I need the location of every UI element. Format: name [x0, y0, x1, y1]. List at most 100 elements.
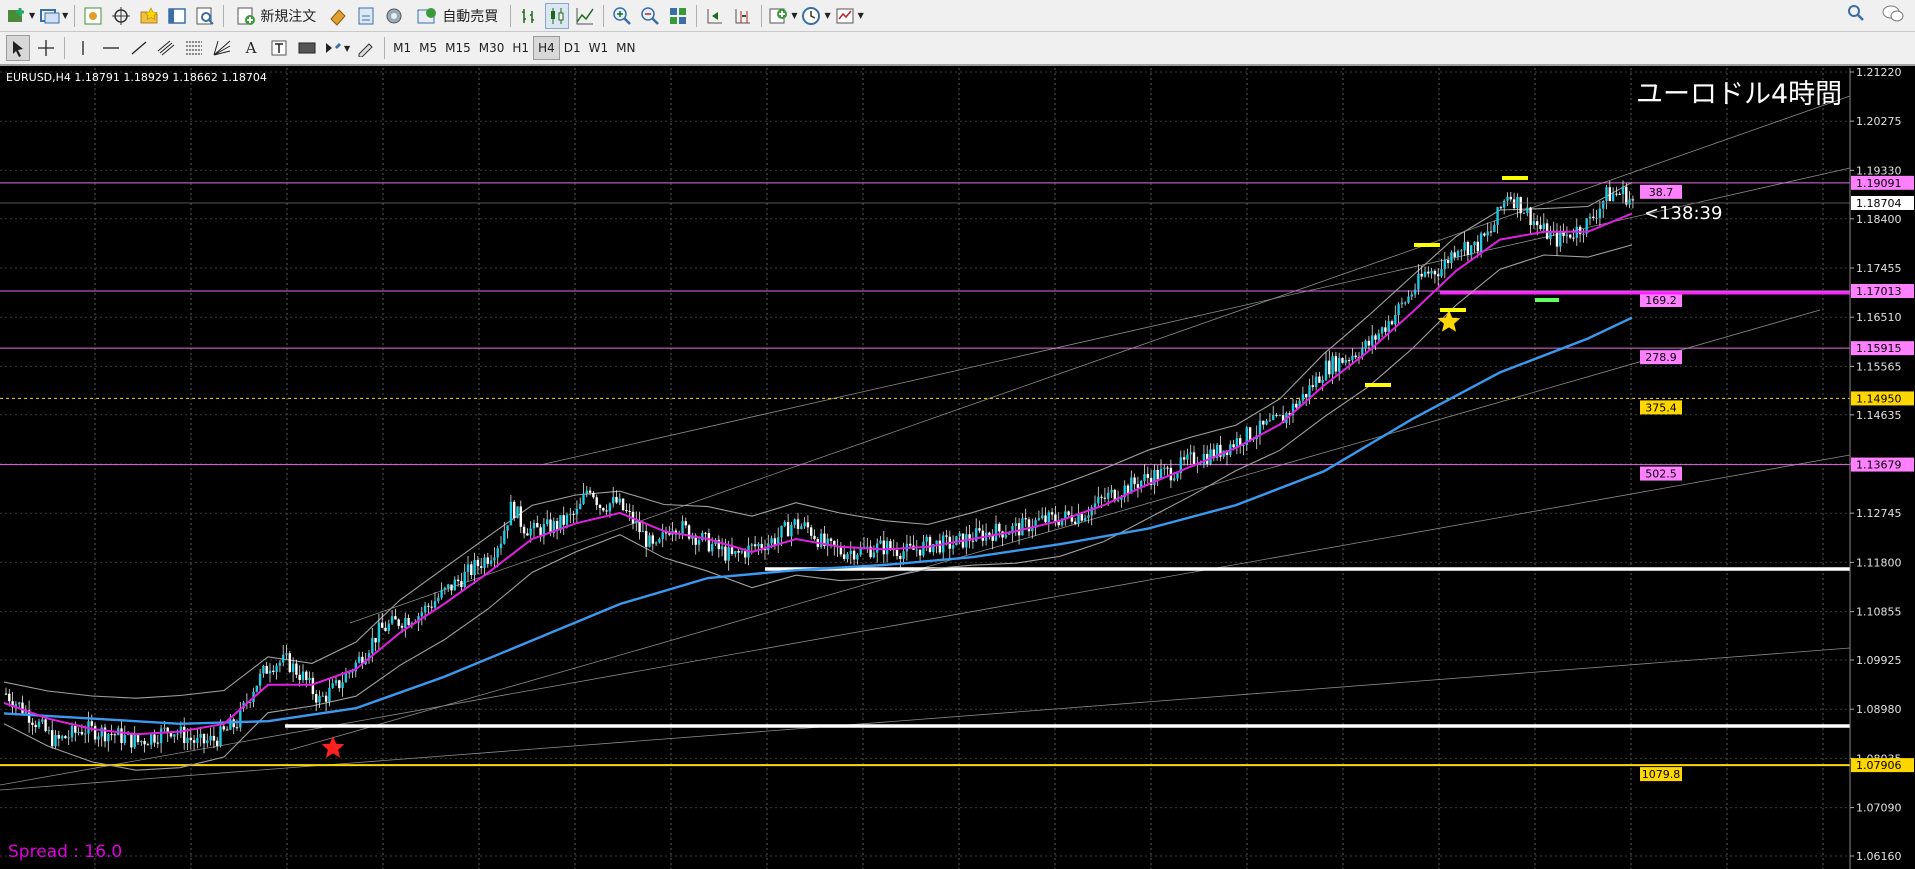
candle-body — [1390, 321, 1394, 325]
candle-body — [1354, 355, 1357, 358]
strategy-tester-button[interactable] — [193, 3, 217, 29]
market-watch-button[interactable] — [81, 3, 105, 29]
tile-windows-button[interactable] — [666, 3, 690, 29]
navigator-button[interactable] — [137, 3, 161, 29]
candle-body — [1189, 452, 1192, 455]
autotrading-button[interactable]: 自動売買 — [410, 3, 504, 29]
line-chart-button[interactable] — [573, 3, 597, 29]
candle-body — [638, 520, 641, 532]
bar-chart-icon — [522, 8, 535, 23]
toolbar-separator — [384, 37, 386, 59]
cursor-tool-button[interactable] — [6, 35, 30, 61]
trendline-button[interactable] — [127, 35, 151, 61]
equidistant-channel-button[interactable] — [155, 35, 179, 61]
price-chart[interactable]: 38.7 169.2 278.9 375.4 502.5 1079.8 1.21220 1.… — [0, 68, 1915, 869]
templates-button[interactable]: ▼ — [835, 3, 864, 29]
indicators-button[interactable]: ▼ — [768, 3, 797, 29]
horizontal-line-button[interactable] — [99, 35, 123, 61]
candle-body — [1143, 474, 1146, 481]
new-chart-button[interactable]: ▼ — [6, 3, 35, 29]
timeframe-m15[interactable]: M15 — [441, 36, 475, 60]
price-tick-label: 1.19330 — [1856, 164, 1902, 177]
candle-body — [645, 531, 648, 547]
chart-shift-button[interactable] — [731, 3, 755, 29]
candle-body — [1311, 385, 1314, 387]
candle-body — [54, 734, 57, 747]
signals-button[interactable] — [354, 3, 378, 29]
timeframe-m1[interactable]: M1 — [389, 36, 415, 60]
candle-body — [1004, 534, 1008, 538]
autoscroll-button[interactable] — [703, 3, 727, 29]
fibonacci-icon — [186, 41, 202, 55]
candle-body — [506, 525, 509, 531]
text-tool-button[interactable]: A — [239, 35, 263, 61]
timeframe-m5[interactable]: M5 — [415, 36, 441, 60]
candle-body — [615, 496, 618, 503]
candle-body — [315, 693, 318, 703]
timeframe-d1[interactable]: D1 — [560, 36, 585, 60]
timeframe-h1[interactable]: H1 — [508, 36, 533, 60]
candle-body — [1565, 234, 1569, 236]
new-order-button[interactable]: 新規注文 — [230, 3, 322, 29]
candle-body — [301, 671, 305, 681]
yellow-dash-marker — [1440, 308, 1466, 312]
candle-body — [1166, 467, 1169, 469]
candle-body — [509, 501, 513, 526]
fibo-fan-button[interactable] — [211, 35, 235, 61]
bar-chart-button[interactable] — [517, 3, 541, 29]
metaquotes-language-button[interactable] — [326, 3, 350, 29]
price-tick-label: 1.07090 — [1856, 802, 1902, 815]
candle-body — [793, 519, 796, 525]
candle-body — [1430, 270, 1433, 274]
terminal-button[interactable] — [165, 3, 189, 29]
candle-body — [298, 674, 301, 681]
candle-body — [757, 543, 760, 547]
crosshair-tool-button[interactable] — [34, 35, 58, 61]
candle-body — [1308, 385, 1311, 398]
draw-tools-button[interactable] — [354, 35, 378, 61]
profiles-icon — [40, 8, 60, 23]
candle-body — [4, 693, 8, 695]
community-button[interactable] — [382, 3, 406, 29]
candle-body — [1371, 335, 1374, 346]
rectangle-tool-button[interactable] — [295, 35, 319, 61]
axis-level-tag-label: 1.13679 — [1856, 459, 1902, 472]
vertical-line-button[interactable] — [71, 35, 95, 61]
candle-body — [384, 627, 387, 631]
candle-body — [958, 533, 961, 537]
zoom-out-button[interactable] — [638, 3, 662, 29]
yellow-dash-marker — [1414, 243, 1440, 247]
candle-body — [192, 740, 196, 743]
toolbar-separator — [64, 37, 65, 59]
candle-body — [839, 547, 843, 555]
candle-body — [328, 687, 331, 702]
timeframe-mn[interactable]: MN — [612, 36, 639, 60]
market-watch-icon — [84, 7, 102, 24]
crosshair-target-icon — [112, 6, 131, 25]
candle-body — [456, 579, 460, 582]
chat-bubble-icon[interactable] — [1881, 4, 1905, 24]
axis-level-tag-label: 1.14950 — [1856, 392, 1902, 405]
candle-body — [334, 680, 338, 684]
candle-body — [176, 733, 179, 735]
zoom-in-button[interactable] — [610, 3, 634, 29]
data-window-button[interactable] — [109, 3, 133, 29]
candle-body — [546, 519, 549, 525]
navigator-folder-icon — [140, 6, 158, 23]
candle-body — [555, 521, 559, 530]
price-tick-label: 1.17455 — [1856, 262, 1902, 275]
periods-button[interactable]: ▼ — [801, 3, 831, 29]
search-icon[interactable] — [1847, 4, 1865, 22]
arrows-button[interactable]: ▼ — [323, 35, 350, 61]
profiles-button[interactable]: ▼ — [39, 3, 68, 29]
candle-body — [529, 528, 532, 536]
timeframe-m30[interactable]: M30 — [475, 36, 509, 60]
text-label-button[interactable] — [267, 35, 291, 61]
candle-body — [526, 533, 529, 536]
timeframe-w1[interactable]: W1 — [585, 36, 613, 60]
new-order-label: 新規注文 — [260, 8, 317, 25]
candlestick-chart-button[interactable] — [545, 2, 570, 29]
fibonacci-retracement-button[interactable] — [183, 35, 207, 61]
candle-body — [1453, 252, 1456, 258]
timeframe-h4[interactable]: H4 — [533, 36, 560, 60]
